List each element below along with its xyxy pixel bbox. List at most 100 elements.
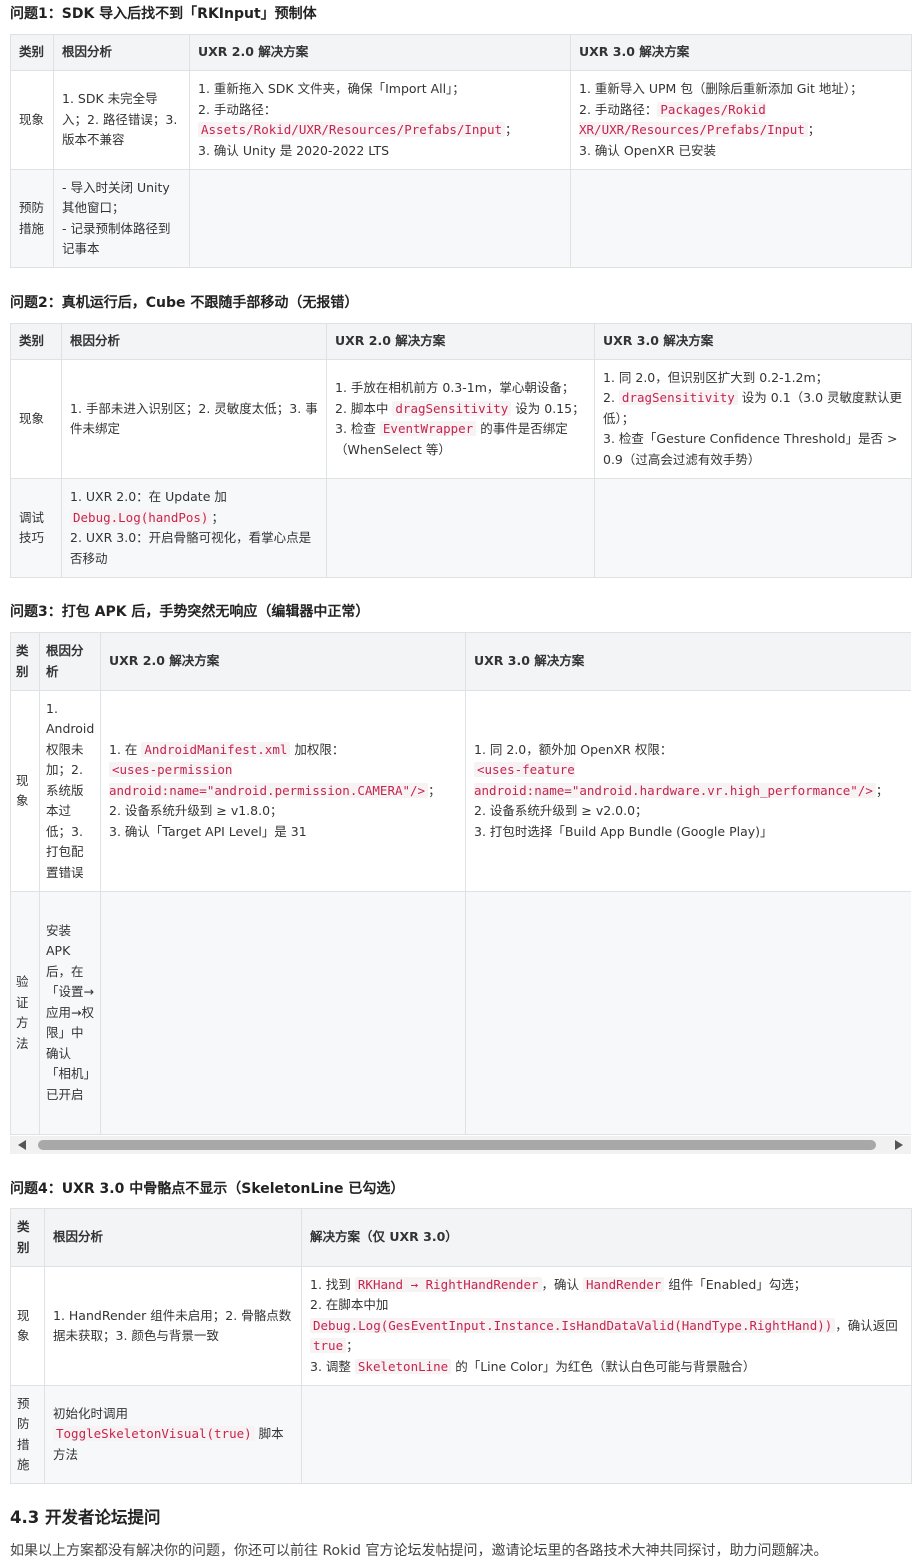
q1-header-v3: UXR 3.0 解决方案 bbox=[570, 34, 912, 71]
text: 1. UXR 2.0：在 Update 加 bbox=[70, 489, 227, 504]
q2-title: 问题2：真机运行后，Cube 不跟随手部移动（无报错） bbox=[10, 295, 359, 311]
code-var: EventWrapper bbox=[379, 421, 477, 436]
q1-v2-line3: 3. 确认 Unity 是 2020-2022 LTS bbox=[198, 142, 390, 158]
q1-row2-line2: - 记录预制体路径到记事本 bbox=[62, 220, 171, 257]
q3-row-verify: 验证方法 安装 APK 后，在「设置→应用→权限」中确认「相机」已开启 bbox=[10, 891, 911, 1135]
q1-header-category: 类别 bbox=[10, 34, 54, 71]
q1-v3-line2: 2. 手动路径： Packages/Rokid XR/UXR/Resources/… bbox=[579, 100, 903, 141]
text: 2. 在脚本中加 bbox=[310, 1297, 389, 1313]
q2-v3-line2: 2. dragSensitivity 设为 0.1（3.0 灵敏度默认更低）； bbox=[603, 388, 903, 429]
text: ； bbox=[875, 782, 889, 798]
q3-row2-v3 bbox=[465, 891, 911, 1135]
q3-v3-line4: 3. 打包时选择「Build App Bundle (Google Play)」 bbox=[474, 823, 773, 839]
right-arrow-icon[interactable] bbox=[895, 1140, 903, 1150]
q4-sol-line3: 3. 调整 SkeletonLine 的「Line Color」为红色（默认白色… bbox=[310, 1357, 903, 1378]
text: 组件「Enabled」勾选； bbox=[668, 1276, 807, 1292]
q2-header-category: 类别 bbox=[10, 323, 62, 360]
q1-row1-cause: 1. SDK 未完全导入；2. 路径错误；3. 版本不兼容 bbox=[53, 70, 190, 170]
q3-title: 问题3：打包 APK 后，手势突然无响应（编辑器中正常） bbox=[10, 604, 370, 620]
q2-header-v2: UXR 2.0 解决方案 bbox=[326, 323, 595, 360]
q3-v2-line1: 1. 在 AndroidManifest.xml 加权限： bbox=[109, 740, 457, 761]
q3-v3-line2: <uses-feature android:name="android.hard… bbox=[474, 760, 903, 801]
q2-row1-category: 现象 bbox=[10, 359, 62, 479]
q4-row-prevention: 预防措施 初始化时调用 ToggleSkeletonVisual(true) 脚本… bbox=[10, 1385, 912, 1484]
text: 2. bbox=[603, 390, 615, 406]
scrollbar-thumb[interactable] bbox=[38, 1140, 876, 1150]
code-component: HandRender bbox=[583, 1276, 665, 1292]
text: ； bbox=[428, 782, 441, 798]
q3-header-v3: UXR 3.0 解决方案 bbox=[465, 632, 911, 691]
q2-table-wrapper: 类别 根因分析 UXR 2.0 解决方案 UXR 3.0 解决方案 现象 1. … bbox=[10, 323, 912, 578]
q4-header-category: 类别 bbox=[10, 1208, 45, 1267]
code-file: AndroidManifest.xml bbox=[141, 741, 291, 757]
text: 1. 在 bbox=[109, 741, 138, 757]
q3-header-row: 类别 根因分析 UXR 2.0 解决方案 UXR 3.0 解决方案 bbox=[10, 632, 911, 691]
q1-row-phenomenon: 现象 1. SDK 未完全导入；2. 路径错误；3. 版本不兼容 1. 重新拖入… bbox=[10, 70, 912, 170]
text: 设为 0.15； bbox=[515, 400, 585, 416]
q1-row2-v3 bbox=[570, 169, 912, 268]
q4-row-phenomenon: 现象 1. HandRender 组件未启用；2. 骨骼点数据未获取；3. 颜色… bbox=[10, 1266, 912, 1386]
text: ，确认 bbox=[541, 1276, 580, 1292]
q3-row1-v3: 1. 同 2.0，额外加 OpenXR 权限： <uses-feature an… bbox=[465, 690, 911, 892]
q3-v3-line3: 2. 设备系统升级到 ≥ v2.0.0； bbox=[474, 803, 648, 819]
text: 1. 找到 bbox=[310, 1276, 351, 1292]
q3-table-wrapper: 类别 根因分析 UXR 2.0 解决方案 UXR 3.0 解决方案 现象 1. … bbox=[10, 632, 911, 1135]
q3-row2-category: 验证方法 bbox=[10, 891, 40, 1135]
q1-header-cause: 根因分析 bbox=[53, 34, 190, 71]
q2-row2-line2: 2. UXR 3.0：开启骨骼可视化，看掌心点是否移动 bbox=[70, 530, 312, 566]
q4-row1-category: 现象 bbox=[10, 1266, 45, 1386]
q2-row-debug: 调试技巧 1. UXR 2.0：在 Update 加 Debug.Log(hand… bbox=[10, 478, 912, 578]
q2-row2-v3 bbox=[594, 478, 912, 578]
text: 2. 手动路径： bbox=[579, 101, 658, 117]
q2-header-v3: UXR 3.0 解决方案 bbox=[594, 323, 912, 360]
q2-row-phenomenon: 现象 1. 手部未进入识别区；2. 灵敏度太低；3. 事件未绑定 1. 手放在相… bbox=[10, 359, 912, 479]
text: ，确认返回 bbox=[835, 1317, 898, 1333]
q1-row1-category: 现象 bbox=[10, 70, 54, 170]
text: ； bbox=[346, 1338, 359, 1354]
code-path: Assets/Rokid/UXR/Resources/Prefabs/Input bbox=[198, 122, 506, 137]
q2-v2-line1: 1. 手放在相机前方 0.3-1m，掌心朝设备； bbox=[335, 380, 575, 395]
q3-v2-line3: 2. 设备系统升级到 ≥ v1.8.0； bbox=[109, 803, 283, 819]
q3-row1-cause: 1. Android 权限未加；2. 系统版本过低；3. 打包配置错误 bbox=[39, 690, 101, 892]
text: 加权限： bbox=[294, 741, 345, 757]
q4-title: 问题4：UXR 3.0 中骨骼点不显示（SkeletonLine 已勾选） bbox=[10, 1181, 405, 1197]
q3-table: 类别 根因分析 UXR 2.0 解决方案 UXR 3.0 解决方案 现象 1. … bbox=[10, 632, 911, 1135]
q3-row1-category: 现象 bbox=[10, 690, 40, 892]
section-title: 4.3 开发者论坛提问 bbox=[10, 1508, 161, 1527]
q3-header-cause: 根因分析 bbox=[39, 632, 101, 691]
q2-row1-v2: 1. 手放在相机前方 0.3-1m，掌心朝设备； 2. 脚本中 dragSens… bbox=[326, 359, 595, 479]
q3-row1-v2: 1. 在 AndroidManifest.xml 加权限： <uses-perm… bbox=[100, 690, 466, 892]
text: ； bbox=[211, 509, 224, 525]
q3-horizontal-scrollbar[interactable] bbox=[10, 1136, 911, 1154]
q4-table: 类别 根因分析 解决方案（仅 UXR 3.0） 现象 1. HandRender… bbox=[10, 1208, 912, 1484]
q1-row2-category: 预防措施 bbox=[10, 169, 54, 268]
q2-header-row: 类别 根因分析 UXR 2.0 解决方案 UXR 3.0 解决方案 bbox=[10, 323, 912, 360]
text: 3. 调整 bbox=[310, 1358, 351, 1374]
q2-row1-cause: 1. 手部未进入识别区；2. 灵敏度太低；3. 事件未绑定 bbox=[61, 359, 327, 479]
q3-row2-cause: 安装 APK 后，在「设置→应用→权限」中确认「相机」已开启 bbox=[39, 891, 101, 1135]
q3-row-phenomenon: 现象 1. Android 权限未加；2. 系统版本过低；3. 打包配置错误 1… bbox=[10, 690, 911, 892]
q2-row2-category: 调试技巧 bbox=[10, 478, 62, 578]
text: 初始化时调用 bbox=[53, 1405, 129, 1421]
q3-row2-v2 bbox=[100, 891, 466, 1135]
q2-v2-line3: 3. 检查 EventWrapper 的事件是否绑定（WhenSelect 等） bbox=[335, 419, 586, 460]
q4-row2-solution bbox=[301, 1385, 912, 1484]
q1-v2-line1: 1. 重新拖入 SDK 文件夹，确保「Import All」； bbox=[198, 81, 465, 96]
q1-v3-line3: 3. 确认 OpenXR 已安装 bbox=[579, 142, 716, 158]
q1-header-v2: UXR 2.0 解决方案 bbox=[189, 34, 571, 71]
q1-row2-v2 bbox=[189, 169, 571, 268]
q1-row2-cause: - 导入时关闭 Unity 其他窗口； - 记录预制体路径到记事本 bbox=[53, 169, 190, 268]
text: 的「Line Color」为红色（默认白色可能与背景融合） bbox=[455, 1358, 756, 1374]
code-true: true bbox=[310, 1338, 347, 1354]
q1-title: 问题1：SDK 导入后找不到「RKInput」预制体 bbox=[10, 6, 317, 22]
q4-row2-category: 预防措施 bbox=[10, 1385, 45, 1484]
code-feature: <uses-feature android:name="android.hard… bbox=[474, 762, 876, 798]
code-permission: <uses-permission android:name="android.p… bbox=[109, 762, 429, 798]
q3-header-v2: UXR 2.0 解决方案 bbox=[100, 632, 466, 691]
q2-row1-v3: 1. 同 2.0，但识别区扩大到 0.2-1.2m； 2. dragSensit… bbox=[594, 359, 912, 479]
code-path: RKHand → RightHandRender bbox=[354, 1276, 542, 1292]
left-arrow-icon[interactable] bbox=[18, 1140, 26, 1150]
q4-table-wrapper: 类别 根因分析 解决方案（仅 UXR 3.0） 现象 1. HandRender… bbox=[10, 1208, 912, 1484]
q3-header-category: 类别 bbox=[10, 632, 40, 691]
text: ； bbox=[807, 122, 821, 137]
